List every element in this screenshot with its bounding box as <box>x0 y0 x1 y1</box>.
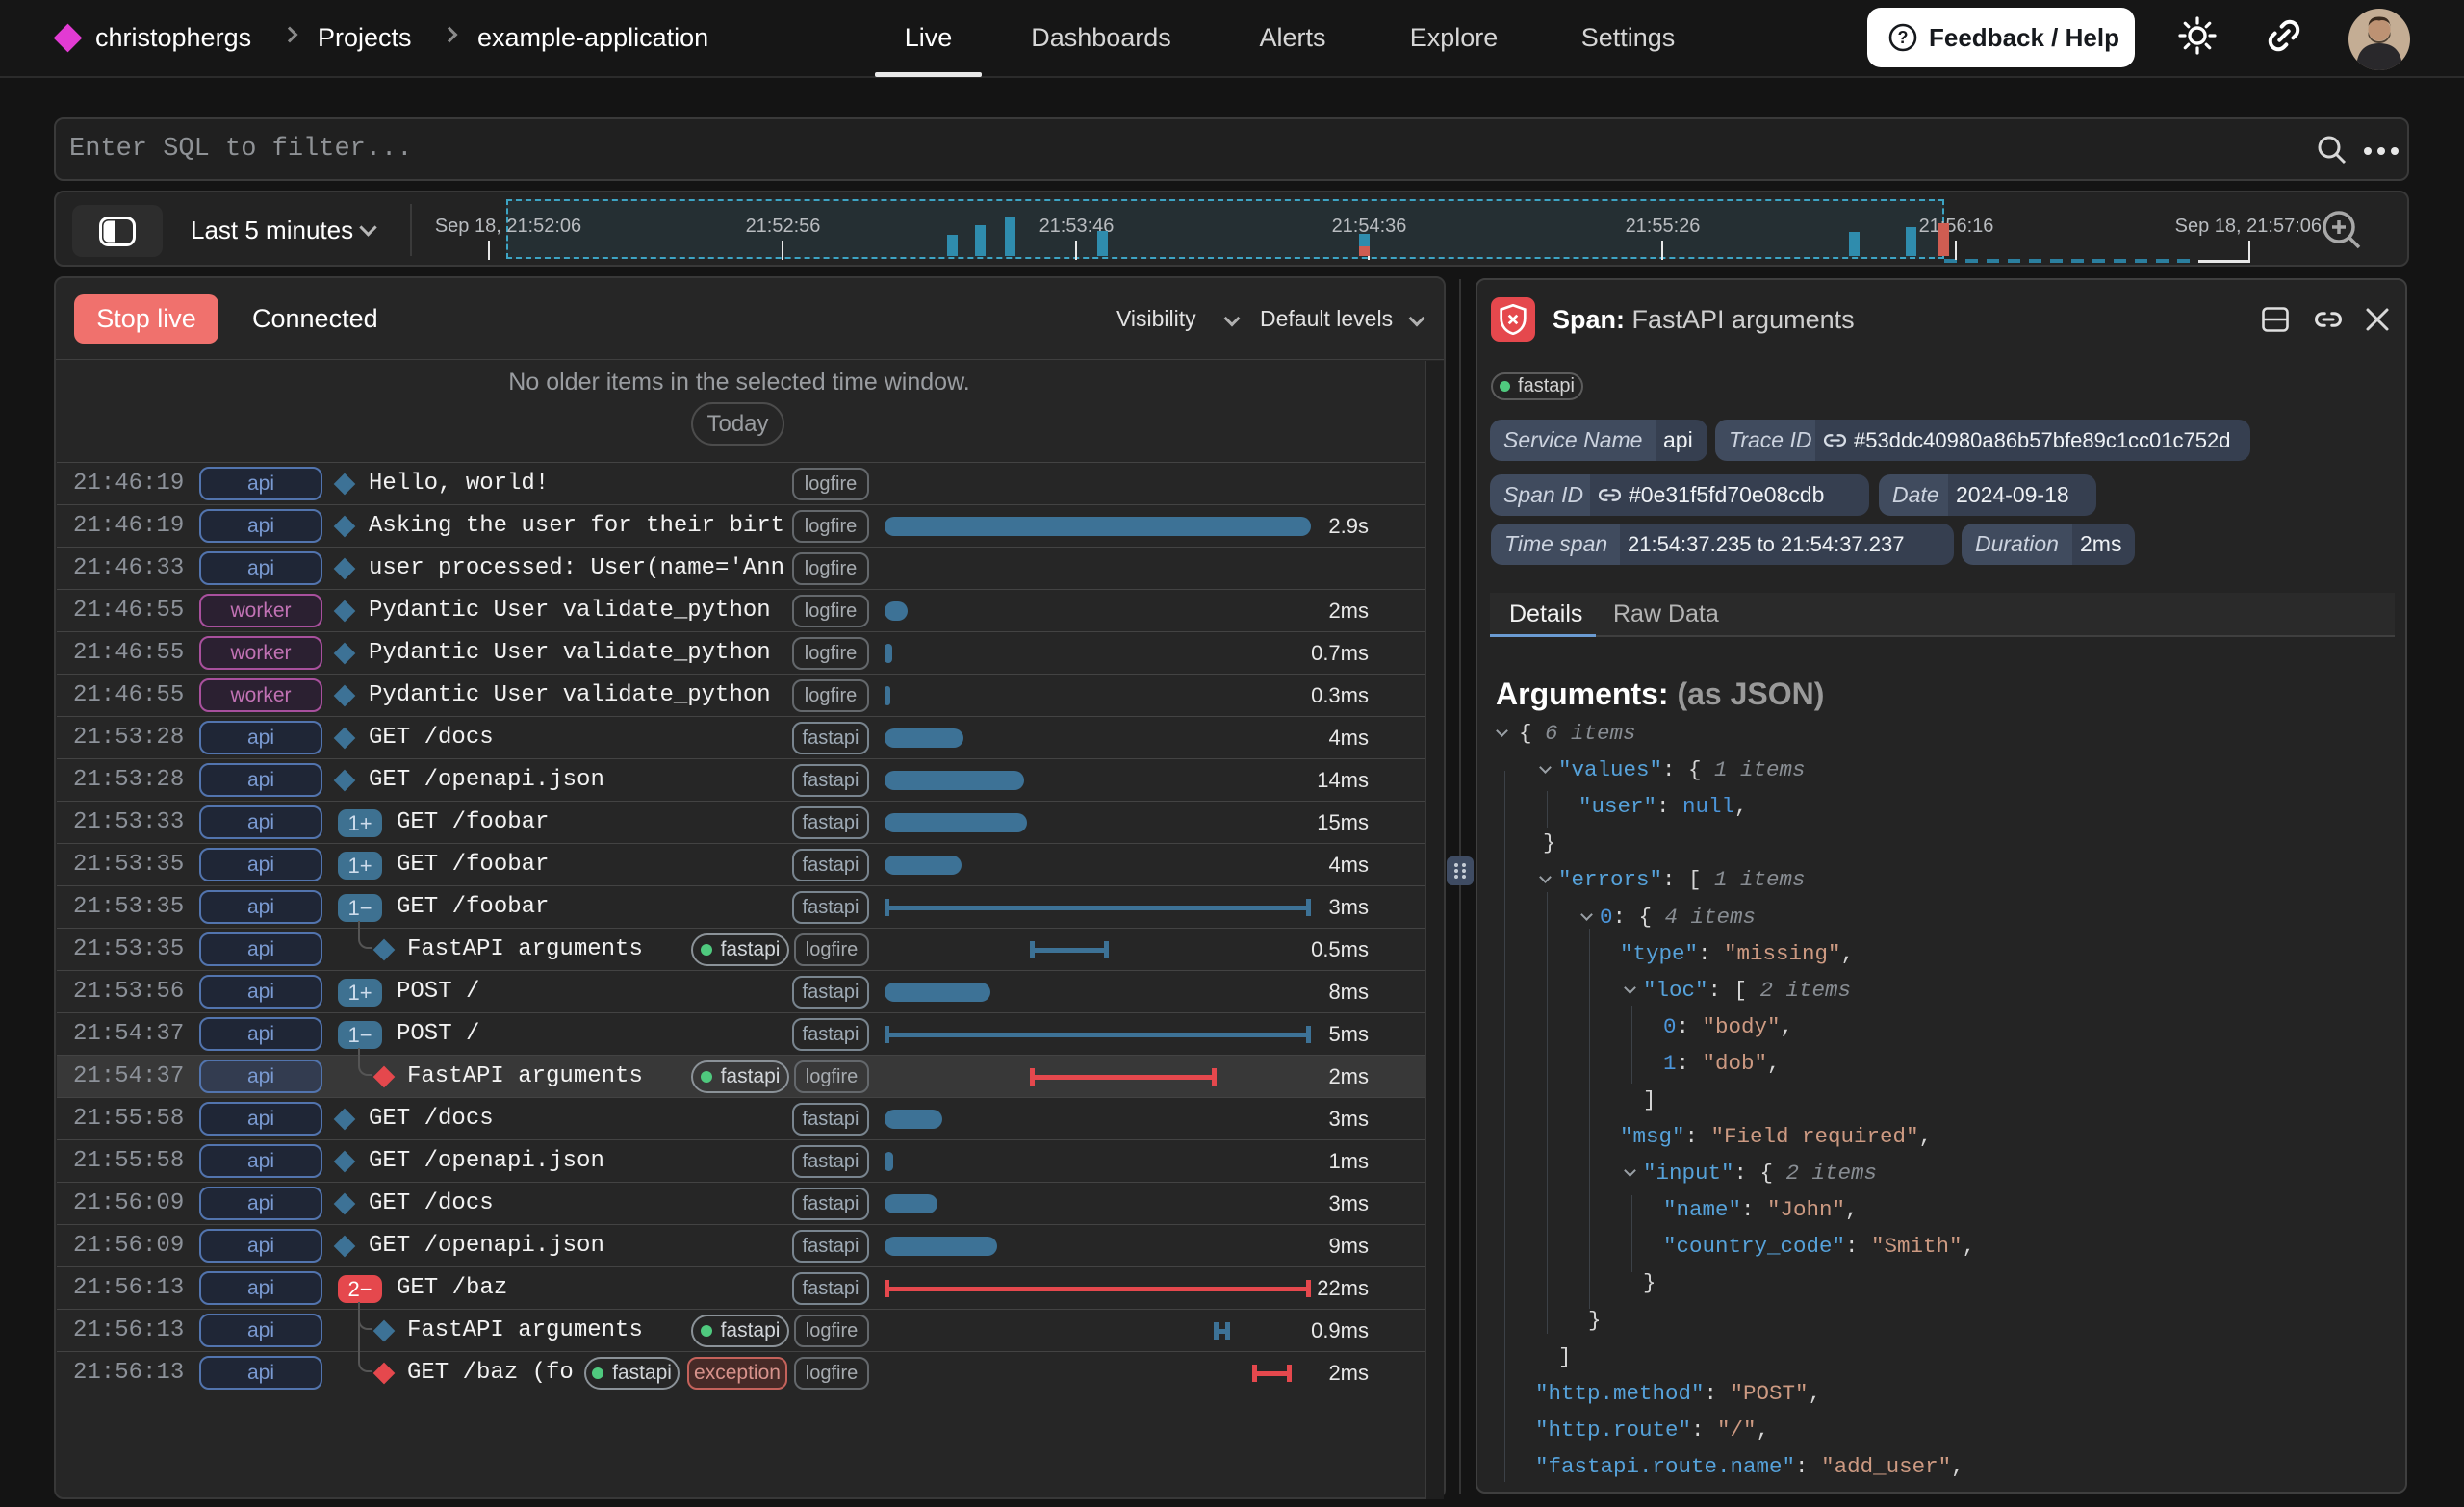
svg-text:?: ? <box>1898 28 1909 47</box>
